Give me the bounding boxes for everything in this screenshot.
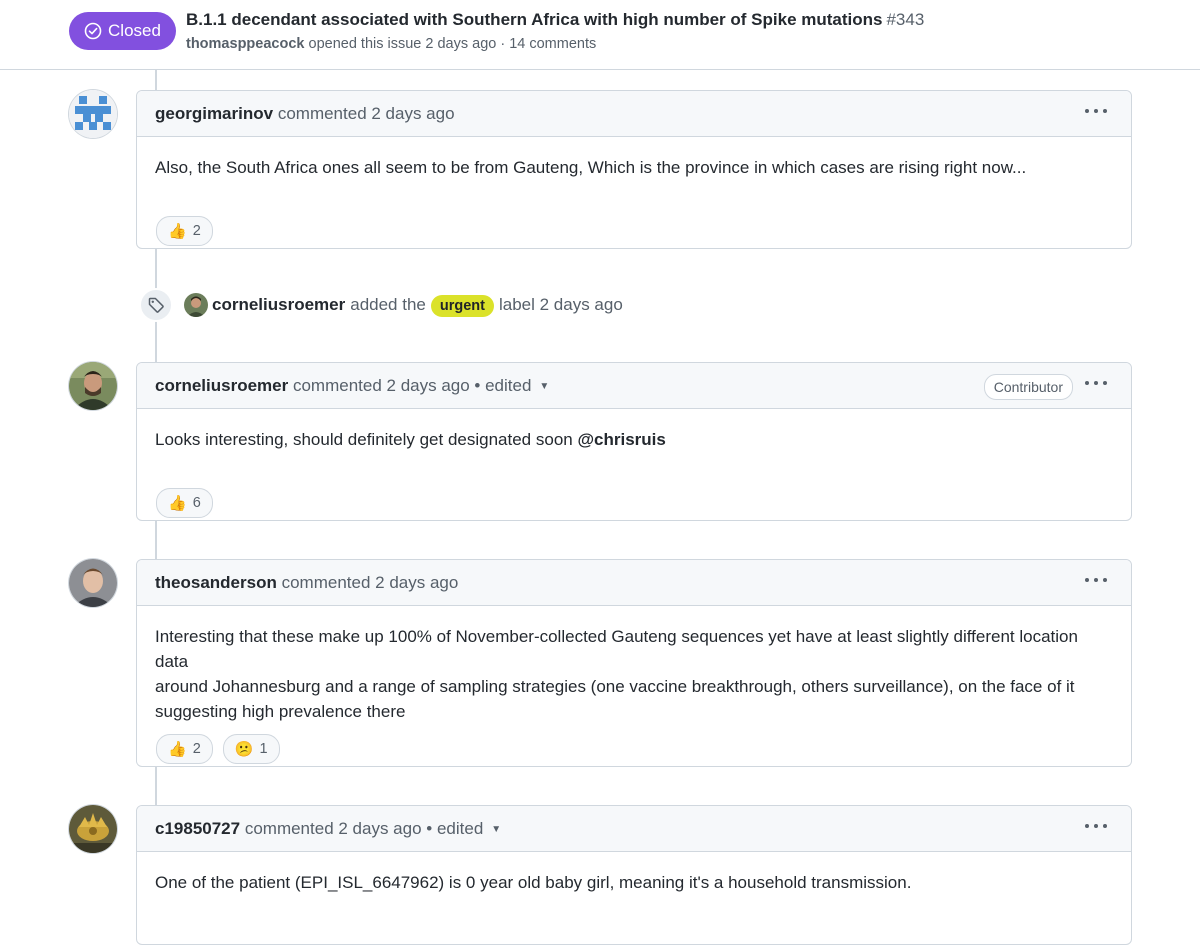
thumbs-up-icon: 👍 [168,494,187,512]
avatar[interactable] [184,293,208,317]
comment-timestamp[interactable]: commented 2 days ago [293,376,470,395]
comment-timestamp[interactable]: commented 2 days ago [278,104,455,123]
contributor-badge: Contributor [983,374,1073,400]
timeline-line [155,767,157,805]
comment-text: One of the patient (EPI_ISL_6647962) is … [155,873,912,892]
comment-card: theosanderson commented 2 days ago Inter… [136,559,1132,767]
avatar[interactable] [69,90,117,138]
comment-timestamp[interactable]: commented 2 days ago [245,819,422,838]
reaction-thumbs-up[interactable]: 👍 6 [156,488,213,518]
comment-text-main: Looks interesting, should definitely get… [155,430,573,449]
issue-author-link[interactable]: thomasppeacock [186,36,304,52]
photo-avatar [69,559,117,607]
comment-options-icon[interactable] [1085,578,1107,584]
comment-line: around Johannesburg and a range of sampl… [155,677,1075,696]
comment-body: Looks interesting, should definitely get… [137,409,1131,470]
issue-title: B.1.1 decendant associated with Southern… [186,10,924,30]
edited-label: • edited [426,819,484,838]
comment-author-link[interactable]: georgimarinov [155,104,273,123]
photo-avatar [69,805,117,853]
comment-header: corneliusroemer commented 2 days ago • e… [137,363,1131,409]
avatar[interactable] [69,805,117,853]
label-event: corneliusroemer added the urgent label 2… [184,292,623,318]
caret-down-icon: ▼ [491,824,502,836]
comment-header: theosanderson commented 2 days ago [137,560,1131,606]
issue-header: Closed B.1.1 decendant associated with S… [0,0,1200,70]
comment-card: c19850727 commented 2 days ago • edited ▼… [136,805,1132,945]
reaction-count: 1 [259,741,268,757]
thumbs-up-icon: 👍 [168,222,187,240]
edited-dropdown[interactable]: • edited ▼ [426,819,501,838]
comment-options-icon[interactable] [1085,381,1107,387]
tag-icon [139,288,173,322]
issue-title-text: B.1.1 decendant associated with Southern… [186,10,883,29]
reaction-thumbs-up[interactable]: 👍 2 [156,734,213,764]
reaction-thumbs-up[interactable]: 👍 2 [156,216,213,246]
caret-down-icon: ▼ [539,381,550,393]
reactions-bar: 👍 6 [137,470,1131,518]
comment-options-icon[interactable] [1085,824,1107,830]
state-label: Closed [108,21,161,40]
label-urgent[interactable]: urgent [430,295,494,317]
comment-author-link[interactable]: theosanderson [155,573,277,592]
reaction-count: 2 [192,741,201,757]
comment-line: suggesting high prevalence there [155,702,406,721]
check-circle-icon [84,22,102,40]
event-verb: added the [350,295,426,314]
thumbs-up-icon: 👍 [168,740,187,758]
comment-author-link[interactable]: corneliusroemer [155,376,288,395]
reaction-confused[interactable]: 😕 1 [222,734,280,764]
issue-meta-text: opened this issue 2 days ago · 14 commen… [308,36,597,52]
comment-body: Interesting that these make up 100% of N… [137,606,1131,721]
comment-text: Interesting that these make up 100% of N… [155,624,1113,724]
reactions-bar: 👍 2 [137,198,1131,246]
event-actor-link[interactable]: corneliusroemer [212,295,345,315]
edited-label: • edited [474,376,532,395]
identicon-avatar [69,90,117,138]
comment-timestamp[interactable]: commented 2 days ago [282,573,459,592]
avatar[interactable] [69,362,117,410]
comment-body: One of the patient (EPI_ISL_6647962) is … [137,852,1131,895]
comment-header: georgimarinov commented 2 days ago [137,91,1131,137]
timeline-line [155,521,157,559]
comment-options-icon[interactable] [1085,109,1107,115]
comment-body: Also, the South Africa ones all seem to … [137,137,1131,198]
mention-link[interactable]: @chrisruis [577,430,665,449]
comment-text: Also, the South Africa ones all seem to … [155,158,1027,177]
comment-card: corneliusroemer commented 2 days ago • e… [136,362,1132,521]
event-suffix: label 2 days ago [498,295,623,314]
reaction-count: 6 [192,495,201,511]
state-badge-closed: Closed [69,12,176,50]
comment-header: c19850727 commented 2 days ago • edited ▼ [137,806,1131,852]
issue-number: #343 [886,10,925,29]
issue-meta: thomasppeacock opened this issue 2 days … [186,36,596,52]
timeline-line [155,70,157,90]
comment-author-link[interactable]: c19850727 [155,819,240,838]
photo-avatar [69,362,117,410]
avatar[interactable] [69,559,117,607]
comment-line: Interesting that these make up 100% of N… [155,627,1078,671]
confused-icon: 😕 [234,740,254,758]
reaction-count: 2 [192,223,201,239]
comment-card: georgimarinov commented 2 days ago Also,… [136,90,1132,249]
comment-text: Looks interesting, should definitely get… [155,427,1113,452]
edited-dropdown[interactable]: • edited ▼ [474,376,549,395]
